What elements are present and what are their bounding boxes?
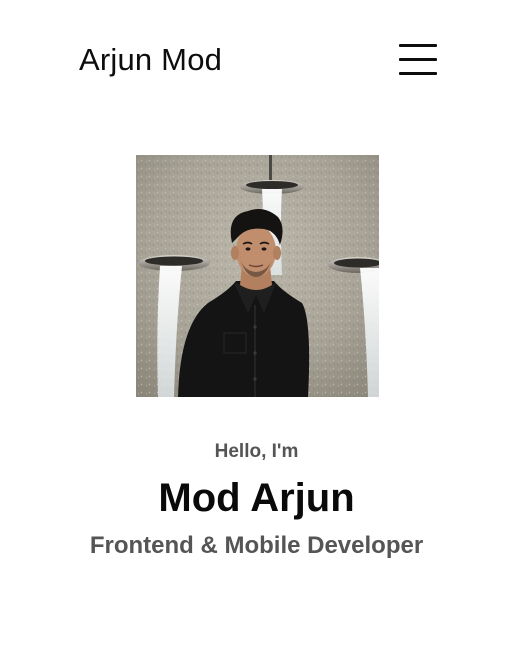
menu-bar-middle [399, 58, 437, 61]
greeting-text: Hello, I'm [214, 441, 299, 462]
menu-bar-bottom [399, 72, 437, 75]
hero-name: Mod Arjun [158, 476, 355, 520]
portfolio-page: Arjun Mod Hello, I'm Mod Arjun Frontend … [0, 0, 513, 647]
brand-name[interactable]: Arjun Mod [79, 41, 222, 79]
menu-bar-top [399, 44, 437, 47]
profile-photo-illustration [136, 155, 379, 397]
hamburger-menu-icon[interactable] [399, 44, 437, 76]
role-title: Frontend & Mobile Developer [89, 532, 424, 559]
profile-photo [136, 155, 379, 397]
